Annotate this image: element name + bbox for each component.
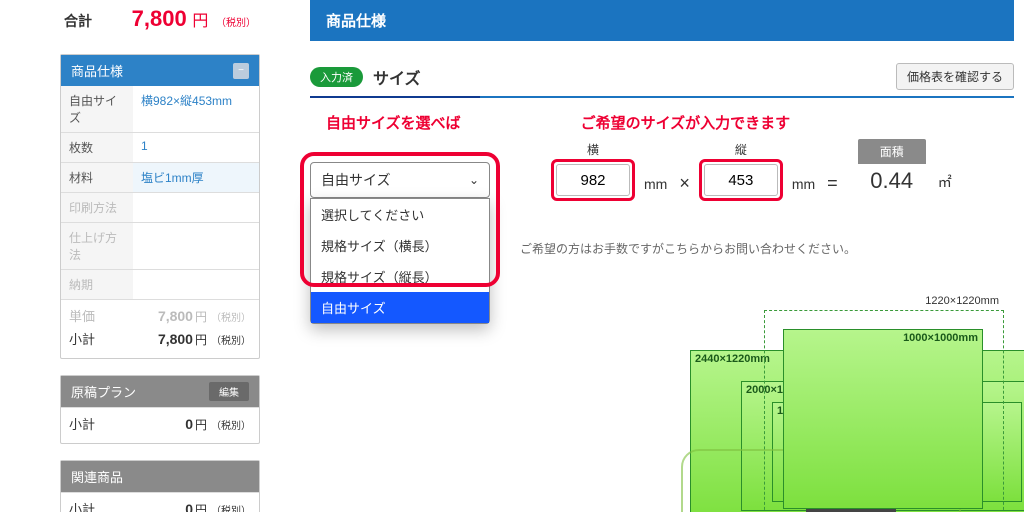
chevron-down-icon: ⌄ [469,173,479,187]
unit-price-label: 単価 [69,306,95,325]
summary-total-unit: 円 [192,13,208,30]
subtotal-label: 小計 [69,499,95,512]
dropdown-option[interactable]: 選択してください [311,199,489,230]
annotation-2: ご希望のサイズが入力できます [581,112,791,133]
related-panel-title: 関連商品 [71,467,123,486]
plan-panel-head: 原稿プラン 編集 [61,376,259,407]
edit-button[interactable]: 編集 [209,382,249,401]
area-block: 面積 0.44 [858,139,926,198]
dropdown-option[interactable]: 自由サイズ [311,292,489,323]
subtotal-label: 小計 [69,329,95,348]
sidebar: 合計 7,800 円 （税別） 商品仕様 − 自由サイズ 横982×縦453mm… [60,0,260,512]
plan-panel: 原稿プラン 編集 小計 0円（税別） [60,375,260,444]
spec-panel-title: 商品仕様 [71,61,123,80]
dropdown-option[interactable]: 規格サイズ（横長） [311,230,489,261]
spec-panel: 商品仕様 − 自由サイズ 横982×縦453mm 枚数 1 材料 塩ビ1mm厚 … [60,54,260,359]
spec-table: 自由サイズ 横982×縦453mm 枚数 1 材料 塩ビ1mm厚 印刷方法 仕上… [61,86,259,299]
annotation: 自由サイズを選べば ご希望のサイズが入力できます [326,112,1014,133]
height-unit: mm [792,176,815,192]
related-panel: 関連商品 小計 0円（税別） [60,460,260,512]
preview-outer: 1220×1220mm 1000×1000mm [764,310,1004,512]
area-label: 面積 [858,139,926,164]
table-row[interactable]: 納期 [61,269,259,299]
width-input[interactable] [556,164,630,196]
dropdown-options: 選択してください 規格サイズ（横長） 規格サイズ（縦長） 自由サイズ [310,198,490,324]
spec-panel-head: 商品仕様 − [61,55,259,86]
price-table-button[interactable]: 価格表を確認する [896,63,1014,90]
summary-total: 合計 7,800 円 （税別） [60,0,260,38]
height-label: 縦 [735,141,747,158]
table-row[interactable]: 仕上げ方法 [61,222,259,269]
multiply-icon: × [679,173,690,194]
main-header: 商品仕様 [310,0,1014,41]
summary-total-tax: （税別） [216,18,256,29]
height-input[interactable] [704,164,778,196]
area-value: 0.44 [858,164,925,198]
size-mode-dropdown-wrap: 自由サイズ ⌄ 選択してください 規格サイズ（横長） 規格サイズ（縦長） 自由サ… [310,162,490,198]
width-col: 横 [554,141,632,198]
section-size: 入力済 サイズ 価格表を確認する [310,63,1014,98]
annotation-1: 自由サイズを選べば [326,112,461,133]
highlight-box [554,162,632,198]
status-pill: 入力済 [310,67,363,87]
preview-size: 2440×1220mm [695,353,770,365]
subtotal-label: 小計 [69,414,95,433]
section-title: サイズ [373,65,421,89]
area-unit: ㎡ [938,172,952,192]
equals-icon: = [827,173,838,194]
related-panel-head: 関連商品 [61,461,259,492]
preview-size: 1220×1220mm [925,295,999,307]
summary-total-label: 合計 [64,11,92,31]
dropdown-option[interactable]: 規格サイズ（縦長） [311,261,489,292]
width-unit: mm [644,176,667,192]
collapse-icon[interactable]: − [233,63,249,79]
main: 商品仕様 入力済 サイズ 価格表を確認する 自由サイズを選べば ご希望のサイズが… [310,0,1014,257]
preview-size: 1000×1000mm [903,332,978,344]
size-row: 自由サイズ ⌄ 選択してください 規格サイズ（横長） 規格サイズ（縦長） 自由サ… [310,139,1014,198]
summary-total-value: 7,800 [132,6,187,31]
table-row[interactable]: 自由サイズ 横982×縦453mm [61,86,259,132]
spec-price: 単価 7,800円（税別） 小計 7,800円（税別） [61,299,259,358]
table-row[interactable]: 印刷方法 [61,192,259,222]
height-col: 縦 [702,141,780,198]
table-row[interactable]: 材料 塩ビ1mm厚 [61,162,259,192]
highlight-box [702,162,780,198]
dropdown-selected: 自由サイズ [321,170,391,190]
contact-note: ご希望の方はお手数ですがこちらからお問い合わせください。 [520,240,1014,257]
size-mode-dropdown[interactable]: 自由サイズ ⌄ [310,162,490,198]
table-row[interactable]: 枚数 1 [61,132,259,162]
width-label: 横 [587,141,599,158]
plan-panel-title: 原稿プラン [71,382,136,401]
